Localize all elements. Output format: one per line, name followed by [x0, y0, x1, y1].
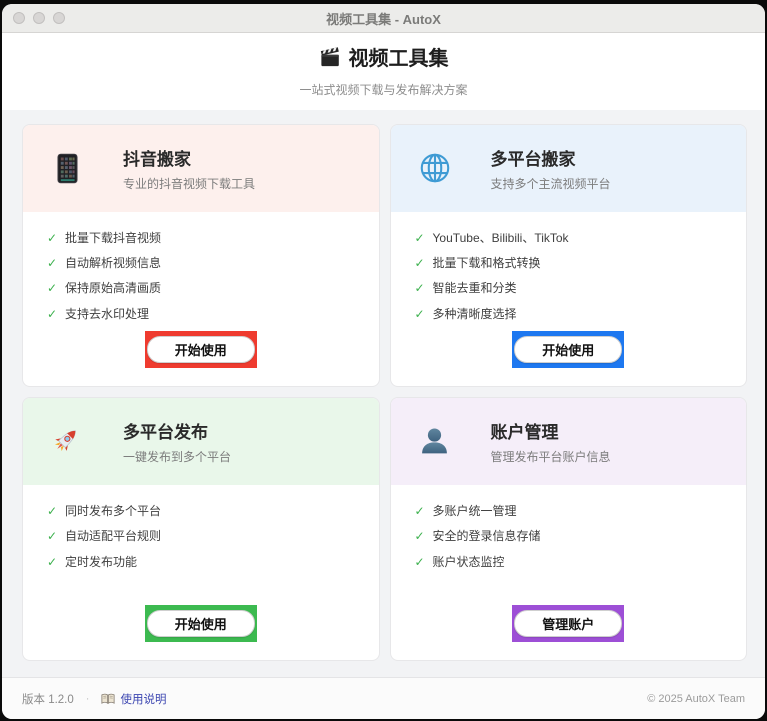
feature-item: ✓ 批量下载抖音视频: [47, 230, 162, 245]
start-multiplatform-move-button[interactable]: 开始使用: [512, 331, 625, 369]
book-icon: [101, 693, 116, 705]
card-subtitle: 支持多个主流视频平台: [490, 176, 611, 191]
card-header: 多平台搬家 支持多个主流视频平台: [390, 124, 746, 212]
window-title: 视频工具集 - AutoX: [326, 11, 441, 27]
feature-list: ✓ 同时发布多个平台 ✓ 自动适配平台规则 ✓ 定时发布功能: [23, 485, 379, 605]
card-subtitle: 管理发布平台账户信息: [490, 450, 611, 465]
feature-list: ✓ 多账户统一管理 ✓ 安全的登录信息存储 ✓ 账户状态监控: [391, 485, 747, 605]
feature-item: ✓ 同时发布多个平台: [47, 504, 162, 519]
feature-item: ✓ 定时发布功能: [47, 554, 138, 569]
feature-list: ✓ 批量下载抖音视频 ✓ 自动解析视频信息 ✓ 保持原始高清画质 ✓ 支持去水印处理: [23, 212, 379, 332]
help-link[interactable]: 使用说明: [101, 691, 166, 707]
page-title-text: 视频工具集: [348, 48, 449, 70]
app-window: 视频工具集 - AutoX 视频工具集 一站式视频下载与发布解决方案 抖音搬家 …: [2, 4, 765, 719]
manage-accounts-button[interactable]: 管理账户: [512, 604, 625, 642]
card-header: 多平台发布 一键发布到多个平台: [23, 398, 379, 486]
card-subtitle: 专业的抖音视频下载工具: [123, 176, 256, 191]
page-subtitle: 一站式视频下载与发布解决方案: [299, 82, 468, 97]
page-title: 视频工具集: [319, 42, 449, 71]
check-icon: ✓: [47, 529, 58, 544]
check-icon: ✓: [414, 554, 425, 569]
card-multiplatform-move: 多平台搬家 支持多个主流视频平台 ✓ YouTube、Bilibili、TikTo…: [389, 123, 747, 388]
check-icon: ✓: [47, 255, 58, 270]
check-icon: ✓: [414, 281, 425, 296]
card-account: 账户管理 管理发布平台账户信息 ✓ 多账户统一管理 ✓ 安全的登录信息存储 ✓ 账户状…: [389, 397, 747, 661]
card-header: 抖音搬家 专业的抖音视频下载工具: [23, 124, 379, 212]
feature-item: ✓ 支持去水印处理: [47, 306, 150, 321]
clapperboard-icon: [319, 46, 341, 68]
globe-icon: [417, 151, 453, 185]
card-subtitle: 一键发布到多个平台: [123, 450, 232, 465]
phone-icon: [49, 153, 85, 184]
feature-item: ✓ 保持原始高清画质: [47, 281, 162, 296]
feature-item: ✓ 账户状态监控: [414, 554, 505, 569]
card-title: 抖音搬家: [123, 149, 191, 169]
titlebar: 视频工具集 - AutoX: [2, 4, 765, 33]
card-title: 多平台发布: [123, 423, 208, 443]
separator-dot: ·: [85, 692, 90, 705]
card-header: 账户管理 管理发布平台账户信息: [390, 398, 746, 486]
footer: 版本 1.2.0 · 使用说明 © 2025 AutoX Team: [2, 676, 765, 719]
rocket-icon: [49, 425, 85, 459]
version-label: 版本 1.2.0: [22, 693, 74, 706]
check-icon: ✓: [414, 529, 425, 544]
feature-item: ✓ 自动解析视频信息: [47, 255, 162, 270]
copyright-label: © 2025 AutoX Team: [647, 692, 745, 705]
check-icon: ✓: [47, 281, 58, 296]
card-title: 账户管理: [490, 423, 559, 443]
start-douyin-button[interactable]: 开始使用: [144, 331, 257, 369]
card-grid: 抖音搬家 专业的抖音视频下载工具 ✓ 批量下载抖音视频 ✓ 自动解析视频信息 ✓ 保持…: [2, 110, 765, 677]
check-icon: ✓: [414, 255, 425, 270]
app-header: 视频工具集 一站式视频下载与发布解决方案: [2, 33, 765, 110]
card-douyin: 抖音搬家 专业的抖音视频下载工具 ✓ 批量下载抖音视频 ✓ 自动解析视频信息 ✓ 保持…: [22, 123, 380, 388]
help-link-label: 使用说明: [120, 693, 167, 706]
feature-item: ✓ 自动适配平台规则: [47, 529, 162, 544]
check-icon: ✓: [47, 306, 58, 321]
feature-item: ✓ 多账户统一管理: [414, 504, 517, 519]
feature-list: ✓ YouTube、Bilibili、TikTok ✓ 批量下载和格式转换 ✓ 智能去…: [391, 212, 747, 332]
check-icon: ✓: [414, 230, 425, 245]
check-icon: ✓: [47, 504, 58, 519]
user-icon: [417, 425, 453, 458]
check-icon: ✓: [414, 306, 425, 321]
feature-item: ✓ 安全的登录信息存储: [414, 529, 541, 544]
feature-item: ✓ 智能去重和分类: [414, 281, 517, 296]
feature-item: ✓ 批量下载和格式转换: [414, 255, 541, 270]
start-publish-button[interactable]: 开始使用: [144, 604, 257, 642]
check-icon: ✓: [47, 554, 58, 569]
card-title: 多平台搬家: [490, 149, 576, 169]
check-icon: ✓: [414, 504, 425, 519]
card-multiplatform-publish: 多平台发布 一键发布到多个平台 ✓ 同时发布多个平台 ✓ 自动适配平台规则 ✓ 定时发…: [22, 397, 380, 661]
feature-item: ✓ YouTube、Bilibili、TikTok: [414, 230, 569, 245]
check-icon: ✓: [47, 230, 58, 245]
feature-item: ✓ 多种清晰度选择: [414, 306, 517, 321]
